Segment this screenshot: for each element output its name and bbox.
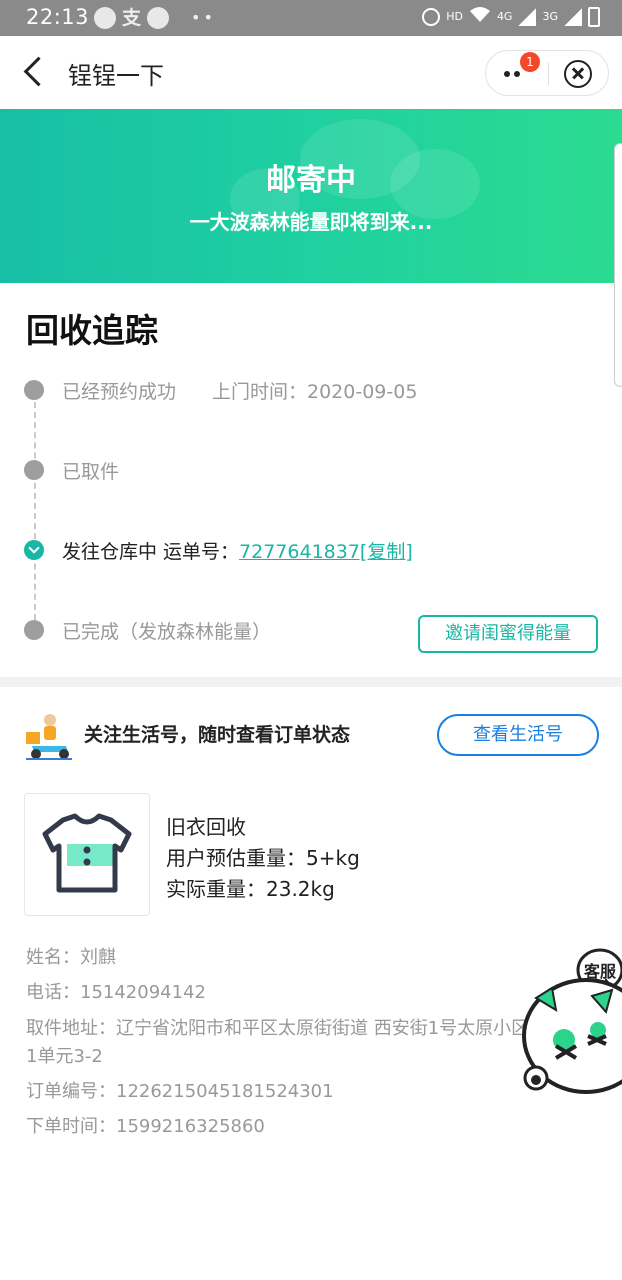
alipay-notification-icon: 支 <box>122 7 142 29</box>
step-dot-done <box>24 460 44 480</box>
product-estimated-weight: 用户预估重量：5+kg <box>166 846 360 870</box>
invite-friend-button[interactable]: 邀请闺蜜得能量 <box>418 615 598 653</box>
timeline-line <box>34 402 36 620</box>
info-order-number: 订单编号：1226215045181524301 <box>26 1081 334 1102</box>
step-dot-pending <box>24 620 44 640</box>
tracking-title: 回收追踪 <box>26 311 158 350</box>
step-dot-current <box>24 540 44 560</box>
info-name: 姓名：刘麒 <box>26 947 116 968</box>
info-order-time: 下单时间：1599216325860 <box>26 1116 265 1137</box>
notification-icon <box>147 7 170 29</box>
signal-3g-label: 3G <box>542 10 558 23</box>
product-thumbnail <box>24 793 150 916</box>
signal-4g-label: 4G <box>496 10 513 23</box>
close-circle-icon[interactable] <box>564 60 592 88</box>
tracking-number-copy-link[interactable]: 7277641837[复制] <box>239 541 413 563</box>
step-label: 已经预约成功 <box>62 381 177 403</box>
status-bar: 22:13 支 •• HD 4G 3G <box>0 0 622 36</box>
more-notifications-icon: •• <box>191 8 216 27</box>
customer-service-label: 客服 <box>583 962 616 981</box>
banner-subtitle: 一大波森林能量即将到来... <box>189 210 433 234</box>
courier-scooter-icon <box>24 712 74 760</box>
info-address: 取件地址：辽宁省沈阳市和平区太原街街道 西安街1号太原小区 <box>26 1018 530 1039</box>
info-address-cont: 1单元3-2 <box>26 1046 103 1067</box>
step-current: 发往仓库中 运单号：7277641837[复制] <box>62 537 413 564</box>
step-label: 已取件 <box>62 461 120 483</box>
step-label: 发往仓库中 运单号： <box>62 541 240 563</box>
info-phone: 电话：15142094142 <box>26 982 206 1003</box>
product-actual-weight: 实际重量：23.2kg <box>166 877 335 901</box>
follow-prompt: 关注生活号，随时查看订单状态 <box>84 724 351 746</box>
status-system-icons: HD 4G 3G <box>422 6 600 27</box>
signal-icon <box>564 7 582 26</box>
title-bar: 锃锃一下 1 <box>0 36 622 109</box>
alarm-icon <box>422 7 441 26</box>
customer-service-button[interactable]: 客服 <box>516 948 622 1128</box>
status-notification-icons: 支 •• <box>94 7 216 29</box>
page-title: 锃锃一下 <box>68 62 164 90</box>
scroll-handle[interactable] <box>614 143 622 387</box>
status-time: 22:13 <box>26 5 90 29</box>
battery-icon <box>588 6 600 27</box>
signal-icon <box>518 7 537 26</box>
back-arrow-icon[interactable] <box>20 56 50 88</box>
mini-app-capsule: 1 <box>485 50 609 96</box>
hd-label: HD <box>446 10 463 23</box>
capsule-divider <box>548 63 549 85</box>
notification-icon <box>94 7 116 29</box>
step-pickup-time: 上门时间：2020-09-05 <box>212 381 418 403</box>
step-dot-done <box>24 380 44 400</box>
section-divider <box>0 677 622 687</box>
view-life-account-button[interactable]: 查看生活号 <box>437 714 599 756</box>
step-label: 已完成（发放森林能量） <box>62 621 272 643</box>
product-name: 旧衣回收 <box>166 815 246 839</box>
status-banner: 邮寄中 一大波森林能量即将到来... <box>0 109 622 283</box>
wifi-icon <box>469 6 491 27</box>
tshirt-icon <box>42 813 132 893</box>
notification-badge: 1 <box>520 52 540 72</box>
banner-title: 邮寄中 <box>266 163 356 198</box>
